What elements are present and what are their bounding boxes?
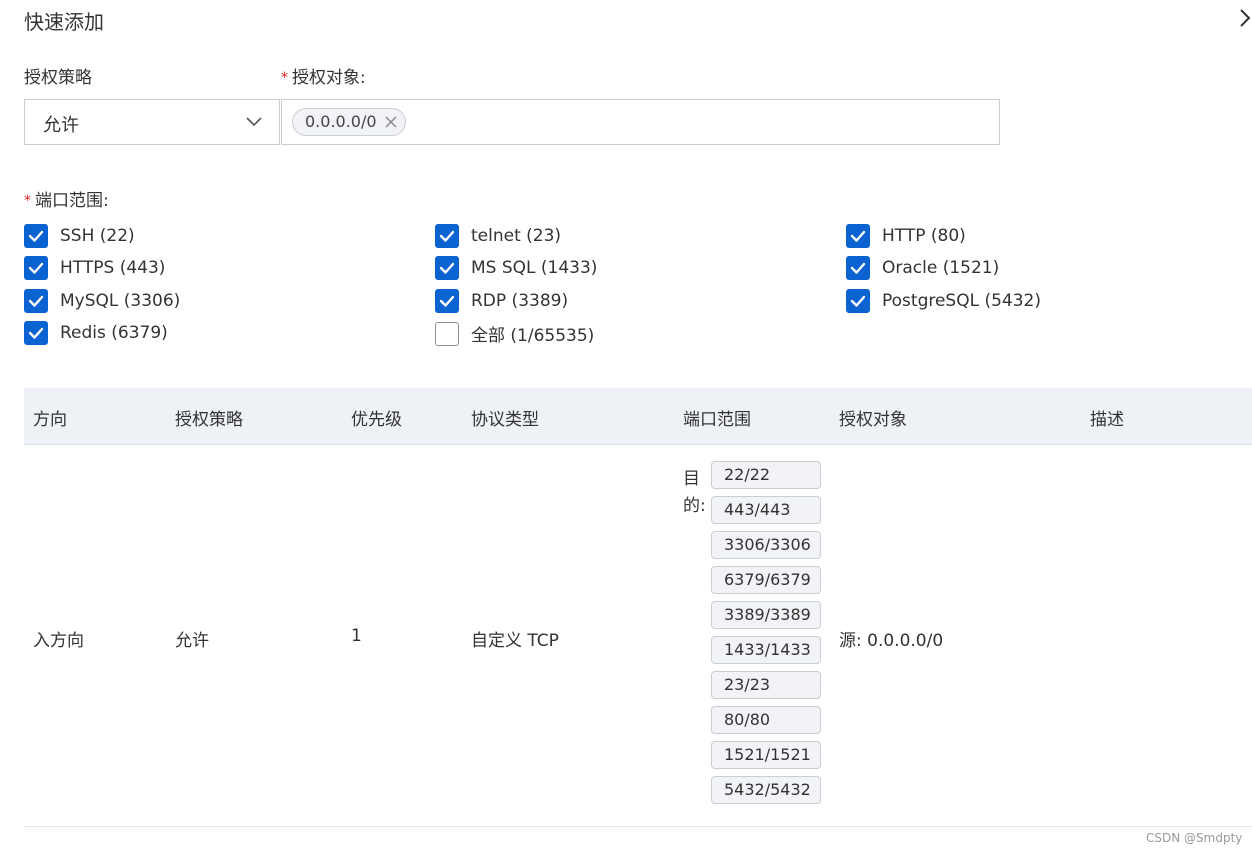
policy-label: 授权策略 (24, 68, 92, 88)
ports-label-row: * 端口范围: (24, 186, 109, 211)
target-tag-input[interactable]: 0.0.0.0/0 (281, 99, 1000, 145)
watermark: CSDN @Smdpty (1146, 831, 1243, 845)
checkmark-icon (850, 262, 866, 274)
checkmark-icon (439, 295, 455, 307)
port-option-label: PostgreSQL (5432) (882, 291, 1042, 311)
chevron-down-icon (246, 117, 262, 127)
target-tag: 0.0.0.0/0 (292, 108, 406, 136)
panel-title: 快速添加 (24, 10, 104, 34)
col-priority: 优先级 (351, 410, 402, 430)
port-checkbox[interactable] (846, 224, 870, 248)
port-option[interactable]: RDP (3389) (435, 289, 568, 313)
checkmark-icon (439, 262, 455, 274)
required-mark: * (281, 70, 288, 86)
close-icon[interactable] (384, 115, 398, 129)
port-range-tag: 1521/1521 (711, 741, 821, 769)
port-checkbox[interactable] (24, 256, 48, 280)
port-option-label: RDP (3389) (471, 291, 569, 311)
port-range-tag: 5432/5432 (711, 776, 821, 804)
cell-target: 源: 0.0.0.0/0 (839, 631, 944, 651)
col-target: 授权对象 (839, 410, 907, 430)
port-range-tag: 23/23 (711, 671, 821, 699)
dest-prefix-line2: 的: (683, 496, 706, 516)
port-range-tag: 6379/6379 (711, 566, 821, 594)
port-option-label: SSH (22) (60, 226, 135, 246)
policy-select[interactable]: 允许 (24, 99, 280, 145)
checkmark-icon (850, 295, 866, 307)
port-option[interactable]: telnet (23) (435, 224, 561, 248)
col-protocol: 协议类型 (471, 410, 539, 430)
col-port-range: 端口范围 (683, 410, 751, 430)
port-option[interactable]: HTTP (80) (846, 224, 966, 248)
target-label-row: * 授权对象: (281, 63, 366, 88)
port-range-tag: 1433/1433 (711, 636, 821, 664)
target-label: 授权对象: (292, 68, 366, 88)
port-checkbox[interactable] (24, 224, 48, 248)
checkmark-icon (28, 295, 44, 307)
port-checkbox[interactable] (435, 224, 459, 248)
port-option[interactable]: SSH (22) (24, 224, 135, 248)
port-option[interactable]: MS SQL (1433) (435, 256, 597, 280)
port-checkbox[interactable] (846, 256, 870, 280)
port-option[interactable]: PostgreSQL (5432) (846, 289, 1041, 313)
required-mark: * (24, 193, 31, 209)
port-option-label: HTTPS (443) (60, 258, 166, 278)
port-checkbox[interactable] (435, 321, 459, 346)
port-option[interactable]: MySQL (3306) (24, 289, 180, 313)
port-option[interactable]: HTTPS (443) (24, 256, 165, 280)
port-option-label: MS SQL (1433) (471, 258, 598, 278)
port-range-tag: 3306/3306 (711, 531, 821, 559)
col-description: 描述 (1090, 410, 1124, 430)
port-checkbox[interactable] (24, 321, 48, 345)
cell-direction: 入方向 (33, 631, 84, 651)
port-option-label: 全部 (1/65535) (471, 326, 595, 346)
policy-select-value: 允许 (43, 115, 79, 136)
port-range-tag: 443/443 (711, 496, 821, 524)
port-option-label: Oracle (1521) (882, 258, 1000, 278)
port-checkbox[interactable] (846, 289, 870, 313)
port-option[interactable]: Oracle (1521) (846, 256, 999, 280)
port-range-tag: 80/80 (711, 706, 821, 734)
table-header: 方向 授权策略 优先级 协议类型 端口范围 授权对象 描述 (24, 388, 1252, 445)
port-checkbox[interactable] (435, 289, 459, 313)
port-option-label: HTTP (80) (882, 226, 966, 246)
port-option-label: Redis (6379) (60, 323, 168, 343)
checkmark-icon (439, 230, 455, 242)
cell-policy: 允许 (175, 631, 209, 651)
checkmark-icon (28, 230, 44, 242)
cell-priority: 1 (351, 626, 362, 646)
port-option[interactable]: Redis (6379) (24, 321, 168, 345)
dest-prefix-line1: 目 (683, 469, 700, 489)
table-bottom-divider (24, 826, 1252, 827)
col-policy: 授权策略 (175, 410, 243, 430)
cell-protocol: 自定义 TCP (471, 631, 559, 651)
target-tag-label: 0.0.0.0/0 (305, 112, 377, 131)
chevron-right-icon[interactable] (1238, 8, 1252, 30)
checkmark-icon (850, 230, 866, 242)
port-checkbox[interactable] (24, 289, 48, 313)
port-checkbox[interactable] (435, 256, 459, 280)
checkmark-icon (28, 327, 44, 339)
port-range-tag: 3389/3389 (711, 601, 821, 629)
col-direction: 方向 (33, 410, 67, 430)
port-option-label: telnet (23) (471, 226, 562, 246)
port-option-label: MySQL (3306) (60, 291, 181, 311)
port-range-tag: 22/22 (711, 461, 821, 489)
ports-label: 端口范围: (35, 191, 109, 211)
checkmark-icon (28, 262, 44, 274)
port-option[interactable]: 全部 (1/65535) (435, 321, 594, 346)
